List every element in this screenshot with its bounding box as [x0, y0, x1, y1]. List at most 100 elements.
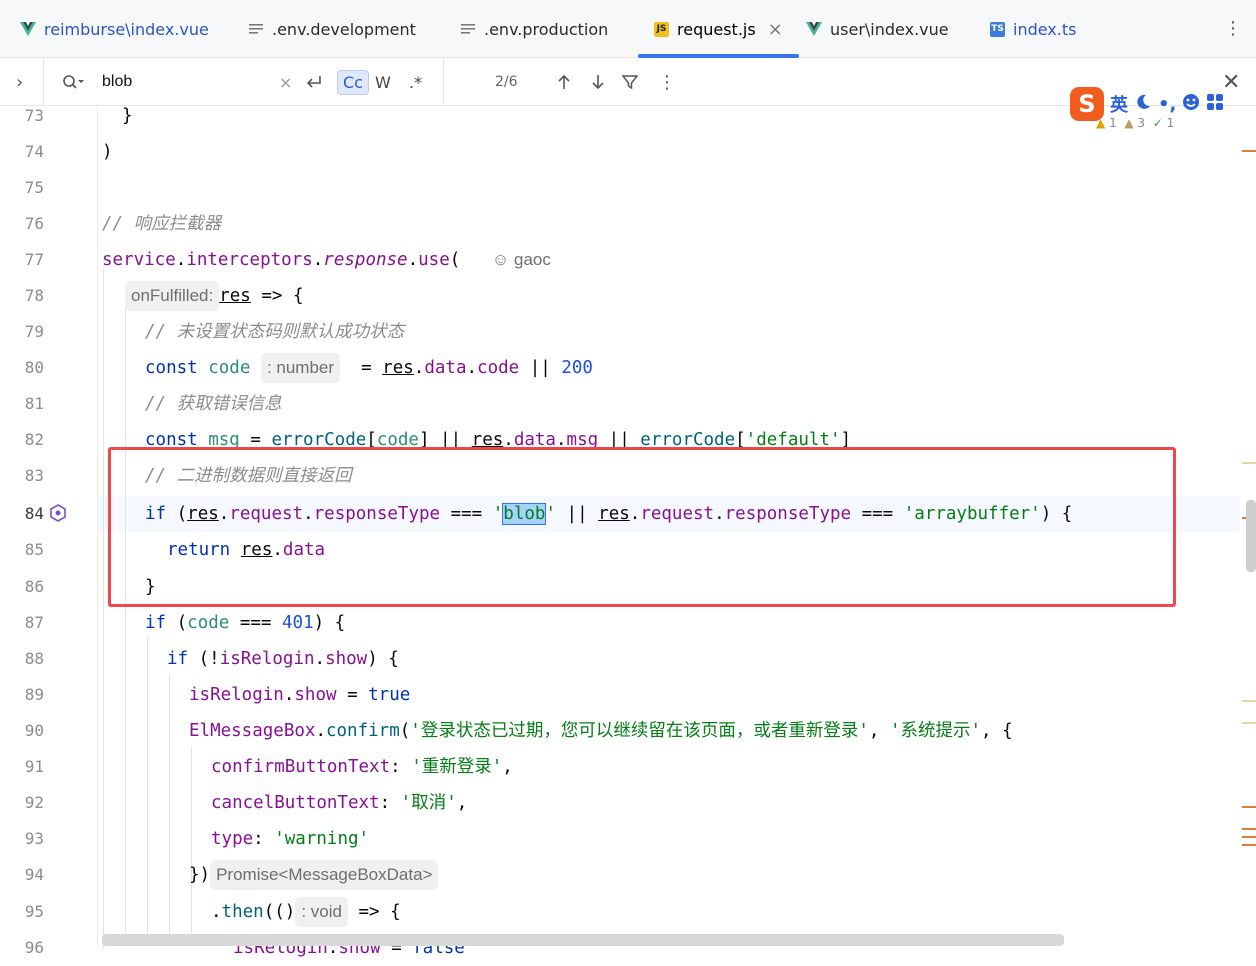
line-number[interactable]: 88	[0, 649, 44, 668]
line-number[interactable]: 85	[0, 540, 44, 559]
vue-icon	[20, 22, 36, 36]
code-token: }	[122, 106, 133, 126]
line-number[interactable]: 75	[0, 178, 44, 197]
tab-user-index-vue[interactable]: user\index.vue	[806, 0, 949, 58]
code-line-80: const code : number = res.data.code || 2…	[145, 350, 593, 386]
divider	[443, 58, 444, 106]
author-inlay[interactable]: ☺ gaoc	[492, 250, 551, 269]
tab-index-ts[interactable]: TS index.ts	[990, 0, 1076, 58]
code-token: show	[325, 649, 368, 669]
line-number[interactable]: 90	[0, 721, 44, 740]
code-token: confirm	[325, 721, 400, 741]
code-line-91: confirmButtonText: '重新登录',	[211, 757, 513, 777]
line-number[interactable]: 93	[0, 829, 44, 848]
js-file-icon: JS	[654, 21, 669, 37]
code-line-87: if (code === 401) {	[145, 613, 346, 633]
line-number[interactable]: 95	[0, 902, 44, 921]
code-line-95: .then((): void => {	[211, 894, 401, 930]
line-number[interactable]: 86	[0, 577, 44, 596]
code-token: code	[208, 358, 251, 378]
line-number[interactable]: 79	[0, 322, 44, 341]
divider	[43, 58, 44, 106]
line-number[interactable]: 82	[0, 430, 44, 449]
search-icon[interactable]	[62, 58, 84, 106]
scroll-marker	[1242, 828, 1256, 830]
tab-label: reimburse\index.vue	[44, 19, 209, 39]
code-token: response	[323, 250, 408, 270]
ts-file-icon: TS	[990, 21, 1005, 37]
line-number[interactable]: 84	[0, 504, 44, 523]
next-occurrence-icon[interactable]	[590, 58, 606, 106]
code-token: 'warning'	[274, 829, 370, 849]
tab-reimburse-index-vue[interactable]: reimburse\index.vue	[20, 0, 209, 58]
scroll-marker	[1242, 150, 1256, 152]
tab-request-js[interactable]: JS request.js ×	[638, 0, 799, 58]
line-number[interactable]: 78	[0, 286, 44, 305]
line-number[interactable]: 73	[0, 106, 44, 125]
line-number[interactable]: 87	[0, 613, 44, 632]
line-number[interactable]: 81	[0, 394, 44, 413]
code-token: true	[368, 685, 411, 705]
code-token: code	[187, 613, 230, 633]
type-hint: : void	[295, 897, 348, 927]
line-number[interactable]: 74	[0, 142, 44, 161]
close-tab-icon[interactable]: ×	[768, 19, 783, 40]
clear-search-icon[interactable]: ×	[279, 58, 292, 106]
line-number[interactable]: 94	[0, 865, 44, 884]
search-input[interactable]	[100, 72, 274, 92]
line-number[interactable]: 89	[0, 685, 44, 704]
tab-env-development[interactable]: .env.development	[248, 0, 416, 58]
code-token: )	[102, 142, 113, 162]
tab-label: index.ts	[1013, 19, 1077, 39]
code-line-81: // 获取错误信息	[145, 386, 282, 422]
indent-guide	[169, 674, 170, 946]
code-token: '系统提示'	[889, 721, 982, 741]
user-icon: ☺	[491, 250, 510, 269]
code-token: => {	[250, 286, 304, 306]
previous-occurrence-icon[interactable]	[556, 58, 572, 106]
more-options-icon[interactable]: ⋮	[658, 58, 676, 106]
expand-replace-icon[interactable]: ›	[16, 58, 23, 106]
regex-toggle[interactable]: .*	[404, 71, 427, 94]
annotation-highlight-box	[108, 447, 1176, 607]
scroll-marker	[1242, 700, 1256, 702]
gutter-vue-icon[interactable]	[49, 504, 67, 526]
code-token: isRelogin	[189, 685, 284, 705]
tab-env-production[interactable]: .env.production	[460, 0, 608, 58]
whole-words-toggle[interactable]: W	[370, 71, 396, 94]
code-token: service	[102, 250, 176, 270]
code-token: code	[477, 358, 520, 378]
code-line-90: ElMessageBox.confirm('登录状态已过期，您可以继续留在该页面…	[189, 721, 1013, 741]
match-case-toggle[interactable]: Cc	[337, 69, 369, 95]
code-token: ElMessageBox	[189, 721, 316, 741]
code-line-93: type: 'warning'	[211, 829, 370, 849]
scroll-marker	[1242, 462, 1256, 464]
indent-guide	[103, 269, 104, 949]
ts-badge: TS	[990, 21, 1005, 37]
code-token: show	[294, 685, 337, 705]
line-number[interactable]: 76	[0, 214, 44, 233]
indent-guide	[125, 306, 126, 946]
horizontal-scrollbar[interactable]	[102, 934, 1064, 946]
code-token: isRelogin	[219, 649, 315, 669]
scrollbar-thumb[interactable]	[1246, 500, 1256, 572]
line-number[interactable]: 96	[0, 938, 44, 957]
tab-label: .env.development	[272, 19, 416, 39]
line-number[interactable]: 83	[0, 466, 44, 485]
editor-tab-bar: reimburse\index.vue .env.development .en…	[0, 0, 1256, 58]
line-number[interactable]: 77	[0, 250, 44, 269]
new-line-icon[interactable]	[304, 58, 324, 106]
more-tabs-icon[interactable]: ⋮	[1224, 18, 1242, 39]
close-icon[interactable]: ✕	[1222, 70, 1240, 95]
line-number[interactable]: 91	[0, 757, 44, 776]
scroll-marker	[1242, 722, 1256, 724]
indent-guide	[191, 746, 192, 946]
code-token: '取消'	[400, 793, 457, 813]
indent-guide	[147, 636, 148, 946]
code-line-74: )	[102, 134, 113, 170]
code-token: })	[189, 865, 211, 885]
code-token: if	[145, 613, 167, 633]
line-number[interactable]: 92	[0, 793, 44, 812]
filter-icon[interactable]	[622, 58, 638, 106]
line-number[interactable]: 80	[0, 358, 44, 377]
